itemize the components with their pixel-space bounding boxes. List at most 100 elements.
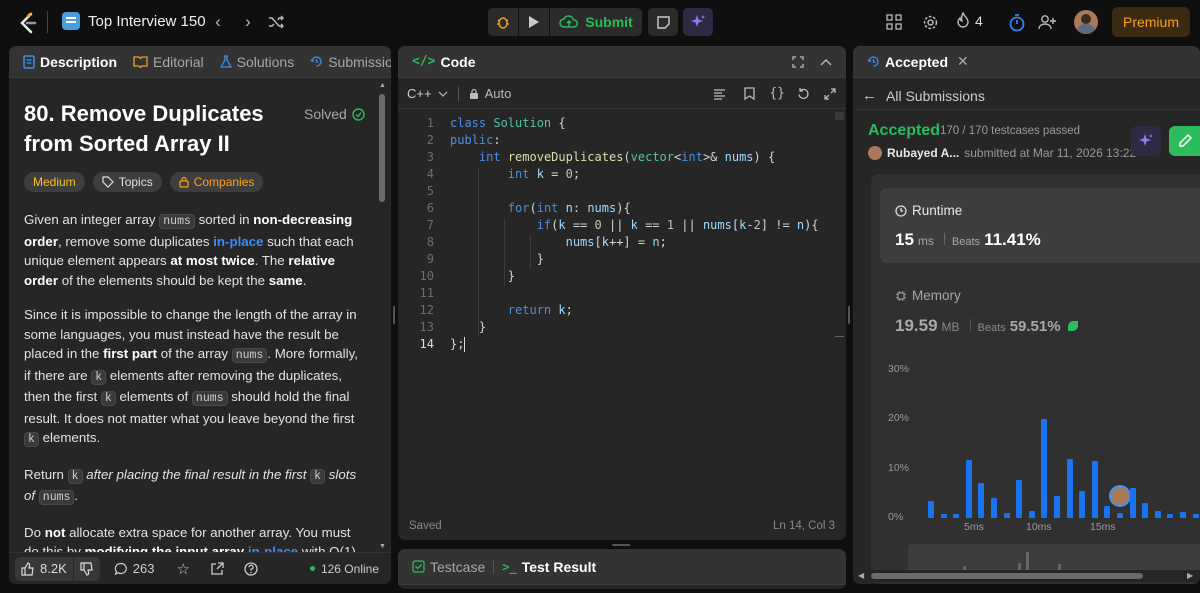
chart-bar[interactable] — [1129, 488, 1136, 518]
notes-button[interactable] — [648, 8, 678, 36]
dislike-button[interactable] — [73, 556, 100, 581]
code-area[interactable]: 1 2 3 4 5 6 7 8 9 10 11 12 13 14 class Solution {publi… — [398, 116, 838, 376]
leetcode-logo-icon[interactable] — [16, 11, 40, 35]
tab-code[interactable]: </> Code — [406, 54, 481, 70]
line-number: 6 — [426, 201, 434, 215]
tab-accepted[interactable]: Accepted ✕ — [861, 53, 975, 70]
editor-toolbar: C++ Auto {} — [398, 79, 846, 109]
chart-bar[interactable] — [1079, 490, 1086, 518]
thumbs-down-icon — [80, 561, 93, 576]
close-icon[interactable]: ✕ — [957, 53, 969, 70]
run-button[interactable] — [519, 8, 549, 36]
horizontal-resize-handle[interactable] — [612, 544, 630, 546]
ai-assist-button[interactable] — [683, 8, 713, 36]
tab-editorial[interactable]: Editorial — [127, 54, 210, 70]
tab-testcase-label: Testcase — [430, 558, 486, 575]
tab-testcase[interactable]: Testcase — [406, 559, 491, 575]
autocomplete-mode[interactable]: Auto — [469, 86, 511, 101]
analyze-ai-button[interactable] — [1131, 126, 1161, 156]
tab-test-result[interactable]: >_ Test Result — [496, 559, 602, 575]
line-number: 7 — [426, 218, 434, 232]
reset-icon[interactable] — [797, 87, 810, 100]
chart-bar[interactable] — [1167, 514, 1174, 518]
code-token: class — [450, 116, 487, 130]
layout-grid-icon[interactable] — [884, 12, 904, 32]
user-avatar[interactable] — [1074, 10, 1098, 34]
chart-bar[interactable] — [1117, 513, 1123, 518]
submitter-name[interactable]: Rubayed A... — [887, 146, 959, 160]
chart-bar[interactable] — [1192, 514, 1199, 518]
tab-submissions[interactable]: Submissions — [304, 54, 391, 70]
chart-bar[interactable] — [1180, 512, 1186, 518]
favorite-star-icon[interactable]: ☆ — [176, 560, 189, 578]
tab-solutions[interactable]: Solutions — [214, 54, 301, 70]
shuffle-icon[interactable] — [266, 12, 286, 32]
chart-bar[interactable] — [1104, 505, 1111, 518]
left-resize-handle[interactable] — [393, 306, 395, 324]
add-friend-icon[interactable] — [1036, 11, 1058, 33]
code-token: = — [543, 167, 566, 181]
in-place-link[interactable]: in-place — [213, 234, 263, 249]
streak-counter[interactable]: 4 — [956, 12, 983, 29]
indent-guide — [530, 235, 531, 269]
chart-bar[interactable] — [1041, 419, 1048, 518]
braces-icon[interactable]: {} — [769, 86, 785, 101]
right-resize-handle[interactable] — [848, 306, 850, 324]
expand-icon[interactable] — [824, 87, 836, 100]
tab-description[interactable]: Description — [17, 54, 123, 70]
chart-bar[interactable] — [1016, 479, 1023, 518]
code-token: ; — [659, 235, 667, 249]
memory-card[interactable]: Memory 19.59 MB Beats 59.51% — [880, 278, 1200, 348]
problem-list-button[interactable]: Top Interview 150 — [62, 12, 206, 30]
problem-title: 80. Remove Duplicates from Sorted Array … — [24, 101, 264, 156]
next-problem-icon[interactable]: › — [238, 12, 258, 32]
help-icon[interactable] — [244, 561, 258, 576]
editor-vertical-scrollbar[interactable] — [835, 112, 844, 120]
submit-button[interactable]: Submit — [550, 8, 642, 36]
x-tick-label: 5ms — [964, 521, 984, 533]
difficulty-badge[interactable]: Medium — [24, 172, 85, 192]
collapse-chevron-icon[interactable] — [820, 58, 832, 66]
share-icon[interactable] — [210, 561, 224, 576]
chart-bar[interactable] — [978, 483, 985, 518]
comments-button[interactable]: 263 — [114, 561, 154, 576]
chart-bar[interactable] — [1091, 461, 1098, 518]
maximize-icon[interactable] — [792, 55, 804, 68]
code-editor-panel: </> Code C++ Auto {} 1 2 3 4 5 6 7 8 9 10 11 12 13 14 c… — [398, 46, 846, 540]
debug-button[interactable] — [488, 8, 518, 36]
language-select[interactable]: C++ — [407, 86, 448, 101]
description-scrollbar[interactable]: ▲ ▼ — [378, 82, 386, 550]
settings-gear-icon[interactable] — [920, 12, 940, 32]
description-footer: 8.2K 263 ☆ 126 Online — [9, 552, 391, 584]
back-to-submissions[interactable]: ← All Submissions — [862, 87, 985, 104]
check-circle-icon — [352, 107, 365, 121]
runtime-card[interactable]: Runtime 15 ms Beats 11.41% — [880, 188, 1200, 263]
chart-bar[interactable] — [965, 459, 972, 518]
timer-icon[interactable] — [1006, 11, 1028, 33]
companies-tag[interactable]: Companies — [169, 172, 264, 192]
chart-bar[interactable] — [953, 514, 960, 518]
like-button[interactable]: 8.2K — [15, 556, 73, 581]
chart-bar[interactable] — [940, 514, 947, 518]
your-submission-avatar[interactable] — [1109, 485, 1131, 508]
topics-tag[interactable]: Topics — [92, 172, 162, 192]
chart-bar[interactable] — [1028, 510, 1035, 518]
chart-bar[interactable] — [991, 498, 997, 518]
submitted-time: submitted at Mar 11, 2026 13:22 — [964, 146, 1137, 160]
horizontal-scrollbar[interactable]: ◀ ▶ — [853, 570, 1200, 582]
chart-bar[interactable] — [1142, 503, 1149, 518]
format-lines-icon[interactable] — [713, 88, 726, 100]
bookmark-icon[interactable] — [744, 87, 755, 100]
text-cursor — [464, 337, 465, 352]
premium-button[interactable]: Premium — [1112, 7, 1190, 37]
write-solution-button[interactable] — [1169, 126, 1200, 156]
chart-bar[interactable] — [1066, 458, 1073, 518]
prev-problem-icon[interactable]: ‹ — [208, 12, 228, 32]
chart-bar[interactable] — [1154, 510, 1161, 518]
code-token: 2 — [753, 218, 761, 232]
chart-bar[interactable] — [1003, 513, 1010, 518]
chart-bar[interactable] — [1054, 495, 1060, 518]
chart-bar[interactable] — [928, 500, 934, 518]
